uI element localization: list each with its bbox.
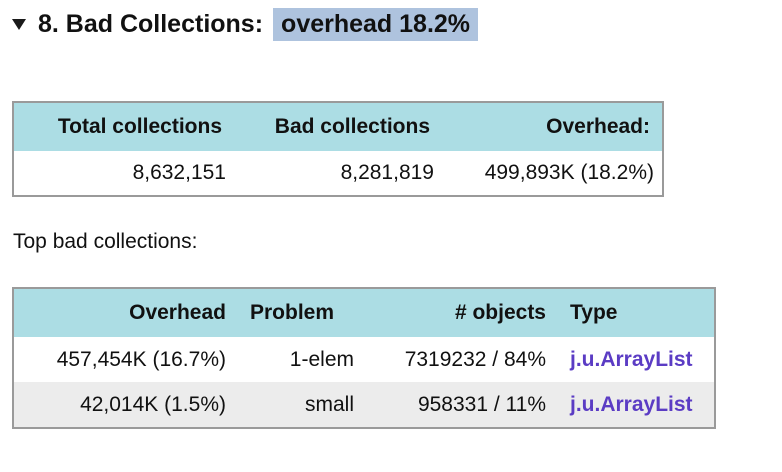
row-objects: 958331 / 11%: [366, 382, 558, 428]
row-overhead: 42,014K (1.5%): [13, 382, 238, 428]
table-row: 42,014K (1.5%) small 958331 / 11% j.u.Ar…: [13, 382, 715, 428]
row-type-cell: j.u.ArrayList: [558, 382, 715, 428]
header-type: Type: [558, 288, 715, 337]
table-row: 457,454K (16.7%) 1-elem 7319232 / 84% j.…: [13, 337, 715, 382]
overhead-badge: overhead 18.2%: [273, 8, 479, 41]
type-link[interactable]: j.u.ArrayList: [570, 348, 693, 371]
header-problem: Problem: [238, 288, 366, 337]
bad-collections-table: Overhead Problem # objects Type 457,454K…: [12, 287, 716, 429]
header-total-collections: Total collections: [13, 102, 234, 151]
header-overhead: Overhead: [13, 288, 238, 337]
type-link[interactable]: j.u.ArrayList: [570, 393, 693, 416]
value-total-collections: 8,632,151: [132, 161, 226, 184]
value-overhead: 499,893K (18.2%): [484, 161, 654, 184]
row-problem: small: [238, 382, 366, 428]
summary-value-row: 8,632,151 8,281,819 499,893K (18.2%): [13, 151, 663, 196]
bad-table-header-row: Overhead Problem # objects Type: [13, 288, 715, 337]
value-bad-collections: 8,281,819: [340, 161, 434, 184]
row-overhead: 457,454K (16.7%): [13, 337, 238, 382]
section-title: 8. Bad Collections:: [38, 10, 264, 38]
row-type-cell: j.u.ArrayList: [558, 337, 715, 382]
header-objects: # objects: [366, 288, 558, 337]
section-header: 8. Bad Collections: overhead 18.2%: [12, 8, 479, 41]
collapse-triangle-icon[interactable]: [12, 19, 26, 30]
row-problem: 1-elem: [238, 337, 366, 382]
top-bad-collections-label: Top bad collections:: [13, 230, 198, 253]
header-bad-collections: Bad collections: [234, 102, 442, 151]
header-overhead: Overhead:: [442, 102, 663, 151]
summary-header-row: Total collections Bad collections Overhe…: [13, 102, 663, 151]
row-objects: 7319232 / 84%: [366, 337, 558, 382]
summary-table: Total collections Bad collections Overhe…: [12, 101, 664, 197]
